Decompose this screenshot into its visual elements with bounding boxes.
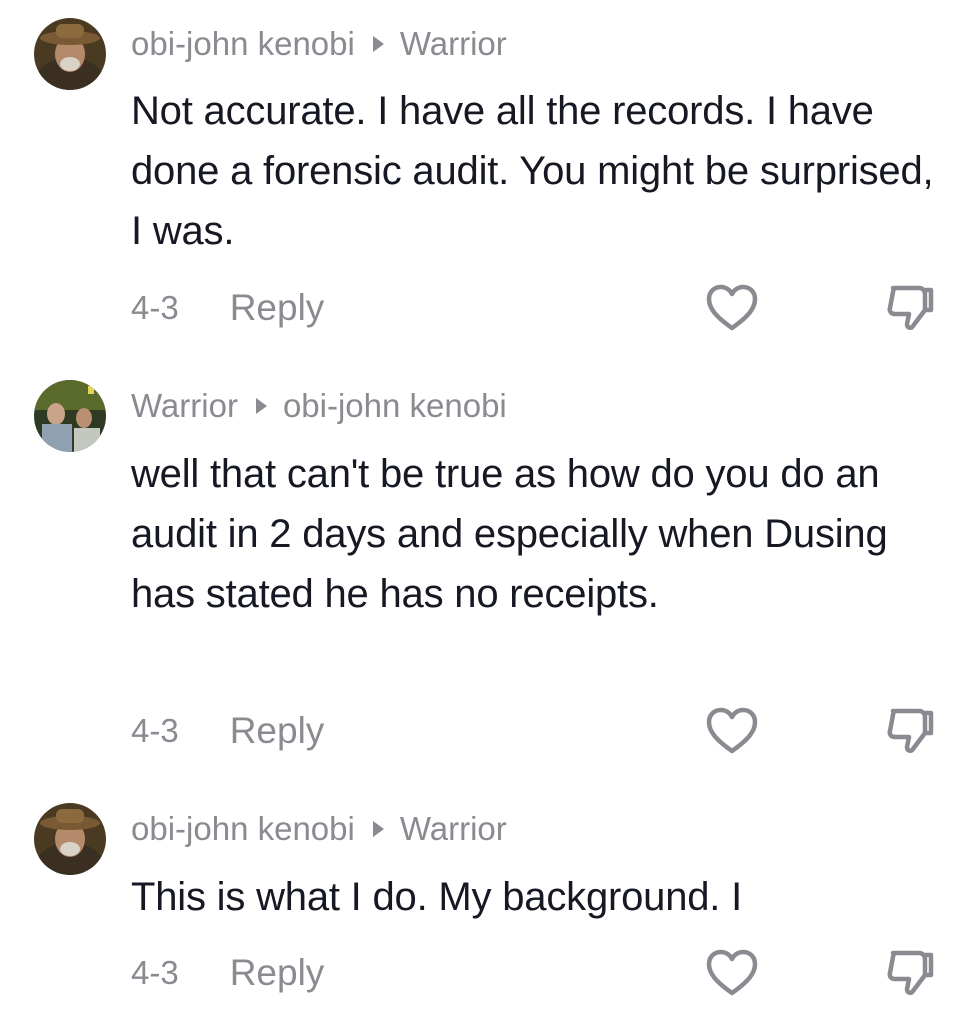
- reply-arrow-icon: [255, 398, 267, 414]
- reply-arrow-icon: [372, 821, 384, 837]
- comment-date: 4-3: [131, 289, 179, 326]
- reply-to-user[interactable]: Warrior: [400, 809, 507, 849]
- reply-button[interactable]: Reply: [230, 711, 325, 751]
- reply-button[interactable]: Reply: [230, 288, 325, 328]
- comment-footer: 4-3 Reply: [131, 953, 324, 993]
- reply-to-user[interactable]: obi-john kenobi: [283, 386, 507, 426]
- comment-meta: obi-john kenobi Warrior: [131, 809, 507, 849]
- reply-arrow-icon: [372, 36, 384, 52]
- comment-author[interactable]: Warrior: [131, 386, 238, 426]
- comment-date: 4-3: [131, 954, 179, 991]
- comment-meta: Warrior obi-john kenobi: [131, 386, 507, 426]
- thumbs-down-icon[interactable]: [883, 947, 937, 1001]
- heart-outline-icon[interactable]: [705, 947, 759, 1001]
- user-avatar[interactable]: [34, 18, 106, 90]
- comment-footer: 4-3 Reply: [131, 711, 324, 751]
- comment-text: Not accurate. I have all the records. I …: [131, 89, 934, 253]
- heart-outline-icon[interactable]: [705, 282, 759, 336]
- reply-to-user[interactable]: Warrior: [400, 24, 507, 64]
- comment-author[interactable]: obi-john kenobi: [131, 809, 355, 849]
- thumbs-down-icon[interactable]: [883, 705, 937, 759]
- thumbs-down-icon[interactable]: [883, 282, 937, 336]
- user-avatar[interactable]: [34, 803, 106, 875]
- heart-outline-icon[interactable]: [705, 705, 759, 759]
- reply-button[interactable]: Reply: [230, 953, 325, 993]
- comment-footer: 4-3 Reply: [131, 288, 324, 328]
- comment-date: 4-3: [131, 712, 179, 749]
- user-avatar[interactable]: [34, 380, 106, 452]
- comment-text: This is what I do. My background. I: [131, 875, 743, 919]
- comment-meta: obi-john kenobi Warrior: [131, 24, 507, 64]
- comment-author[interactable]: obi-john kenobi: [131, 24, 355, 64]
- comment-text: well that can't be true as how do you do…: [131, 452, 888, 616]
